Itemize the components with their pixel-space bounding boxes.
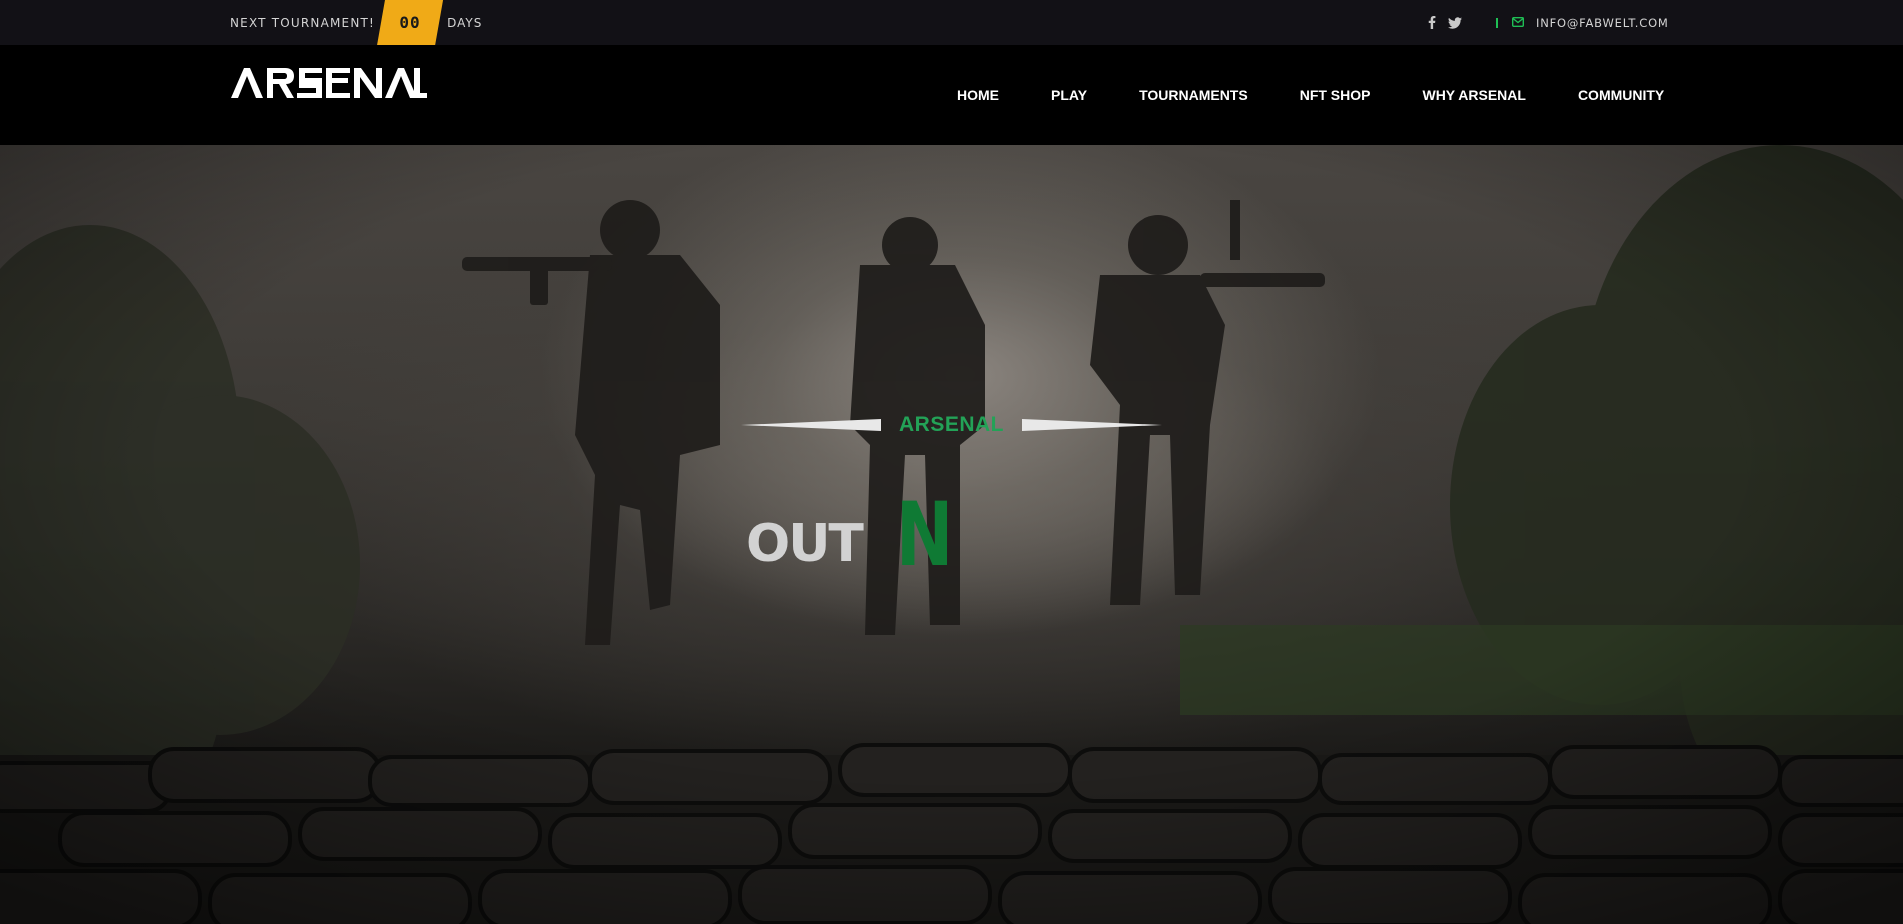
- hero-subtitle: ARSENAL: [898, 413, 1004, 436]
- social-links: [1428, 16, 1462, 29]
- envelope-icon: [1511, 14, 1525, 32]
- nav-why-arsenal[interactable]: WHY ARSENAL: [1422, 87, 1525, 103]
- countdown-value: 00: [399, 13, 421, 32]
- countdown-badge: 00: [377, 0, 443, 45]
- nav-nft-shop[interactable]: NFT SHOP: [1300, 87, 1371, 103]
- main-nav: HOME PLAY TOURNAMENTS NFT SHOP WHY ARSEN…: [957, 45, 1664, 145]
- headline-text-out: OUT: [746, 514, 864, 575]
- top-bar: NEXT TOURNAMENT! 00 DAYS INFO@FABWELT.CO…: [0, 0, 1903, 45]
- headline-text-n: N: [895, 483, 953, 586]
- decorative-line-left: [740, 418, 881, 432]
- hero-headline: OUT N: [746, 483, 960, 586]
- next-tournament-label: NEXT TOURNAMENT!: [230, 15, 376, 30]
- nav-play[interactable]: PLAY: [1051, 87, 1087, 103]
- hero-section: ARSENAL OUT N: [0, 145, 1903, 924]
- days-label: DAYS: [447, 15, 483, 30]
- decorative-line-right: [1022, 418, 1162, 432]
- email-link[interactable]: INFO@FABWELT.COM: [1536, 16, 1669, 30]
- topbar-contact: INFO@FABWELT.COM: [1428, 0, 1669, 45]
- twitter-icon[interactable]: [1448, 16, 1462, 29]
- nav-community[interactable]: COMMUNITY: [1578, 87, 1664, 103]
- site-logo[interactable]: [231, 65, 427, 101]
- main-header: HOME PLAY TOURNAMENTS NFT SHOP WHY ARSEN…: [0, 45, 1903, 145]
- divider: [1496, 17, 1498, 28]
- hero-subtitle-row: ARSENAL: [0, 413, 1903, 437]
- nav-home[interactable]: HOME: [957, 87, 999, 103]
- facebook-icon[interactable]: [1428, 16, 1436, 29]
- nav-tournaments[interactable]: TOURNAMENTS: [1139, 87, 1248, 103]
- tournament-countdown: NEXT TOURNAMENT! 00 DAYS: [230, 0, 482, 45]
